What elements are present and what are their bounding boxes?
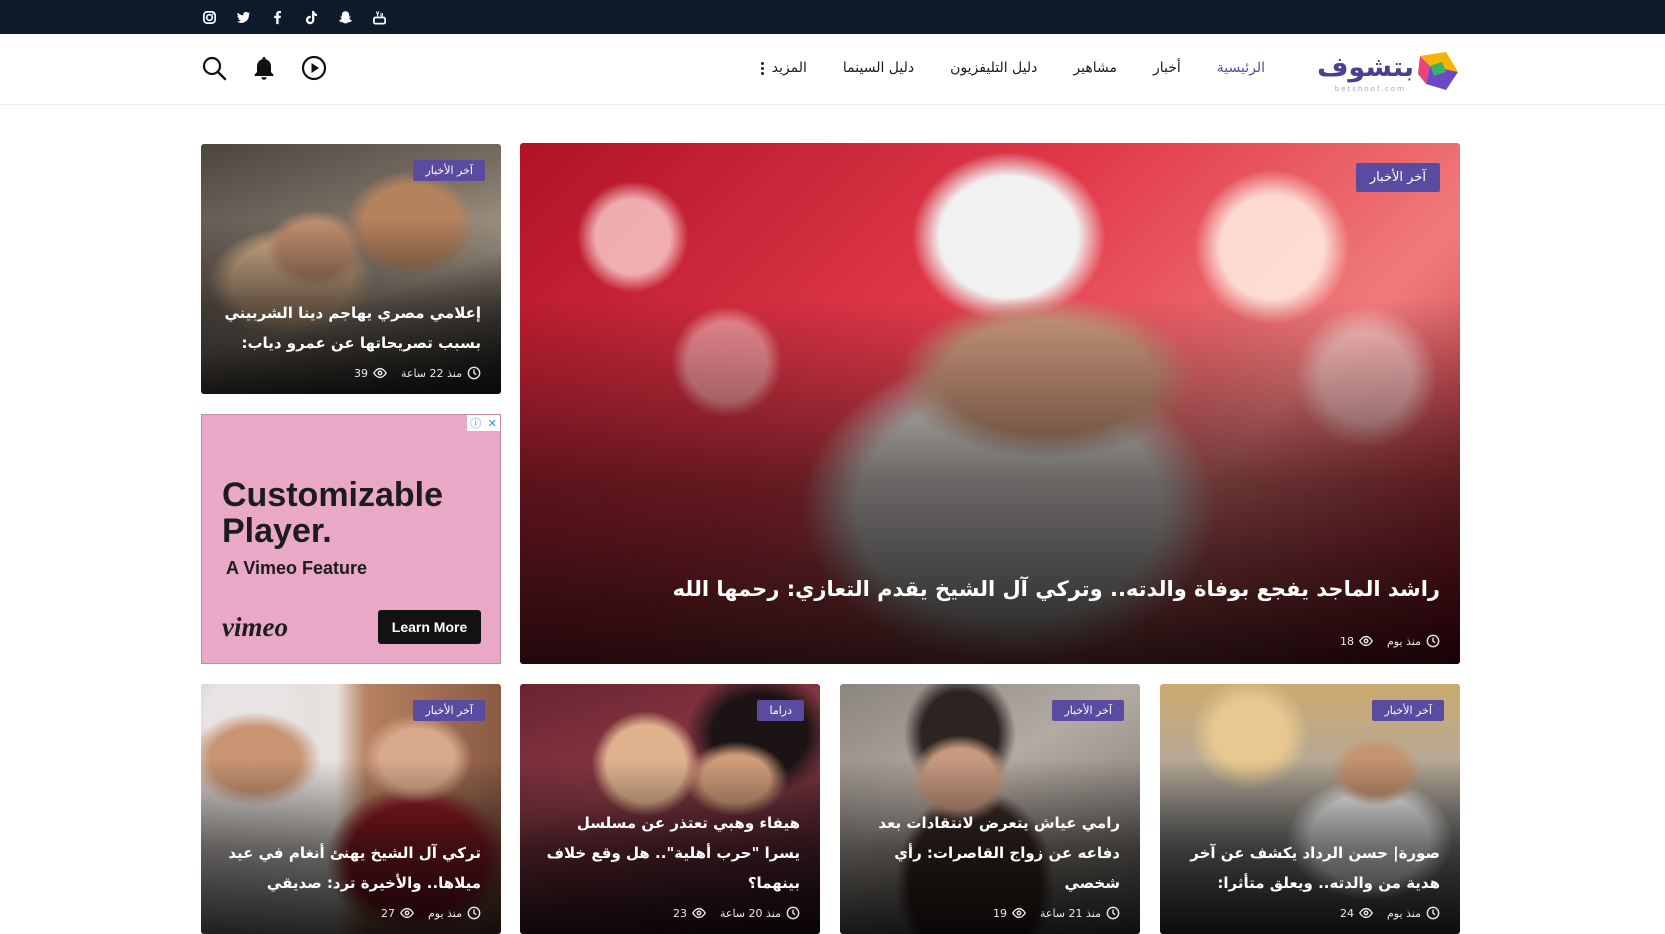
article-card-meta: 27 منذ يوم xyxy=(381,906,481,920)
ad-choices[interactable]: ⓘ ✕ xyxy=(467,415,500,431)
ad-brand-logo: vimeo xyxy=(222,612,288,642)
article-card-badge[interactable]: آخر الأخبار xyxy=(1052,700,1124,721)
logo-wordmark: بتشوف xyxy=(1317,52,1415,83)
article-card-badge[interactable]: آخر الأخبار xyxy=(1372,700,1444,721)
more-dots-icon xyxy=(760,61,764,75)
nav-home[interactable]: الرئيسية xyxy=(1217,60,1265,76)
article-card[interactable]: آخر الأخبار رامي عياش يتعرض لانتقادات بع… xyxy=(840,684,1140,934)
social-topbar xyxy=(0,0,1665,34)
eye-icon xyxy=(1359,635,1373,647)
featured-article[interactable]: آخر الأخبار راشد الماجد يفجع بوفاة والدت… xyxy=(520,143,1460,664)
clock-icon xyxy=(467,906,481,920)
article-card-badge[interactable]: آخر الأخبار xyxy=(413,700,485,721)
clock-icon xyxy=(1426,906,1440,920)
side-article[interactable]: آخر الأخبار إعلامي مصري يهاجم دينا الشرب… xyxy=(201,144,501,394)
article-card-meta: 24 منذ يوم xyxy=(1340,906,1440,920)
featured-meta: 18 منذ يوم xyxy=(1340,634,1440,648)
nav-more[interactable]: المزيد xyxy=(760,60,807,76)
clock-icon xyxy=(1426,634,1440,648)
featured-views: 18 xyxy=(1340,634,1373,648)
header-actions xyxy=(200,54,328,82)
main-nav: الرئيسية أخبار مشاهير دليل التليفزيون دل… xyxy=(760,60,1265,76)
article-card[interactable]: آخر الأخبار تركي آل الشيخ يهنئ أنغام في … xyxy=(201,684,501,934)
featured-title[interactable]: راشد الماجد يفجع بوفاة والدته.. وتركي آل… xyxy=(540,574,1440,604)
clock-icon xyxy=(467,366,481,380)
article-card[interactable]: آخر الأخبار صورة| حسن الرداد يكشف عن آخر… xyxy=(1160,684,1460,934)
site-logo[interactable]: بتشوف betshoof.com xyxy=(1317,46,1462,94)
nav-more-label: المزيد xyxy=(771,60,807,76)
article-card-meta: 23 منذ 20 ساعة xyxy=(673,906,800,920)
play-icon[interactable] xyxy=(300,54,328,82)
eye-icon xyxy=(373,367,387,379)
facebook-icon[interactable] xyxy=(268,8,286,26)
eye-icon xyxy=(1012,907,1026,919)
article-card-meta: 19 منذ 21 ساعة xyxy=(993,906,1120,920)
ad-subline: A Vimeo Feature xyxy=(226,558,368,578)
clock-icon xyxy=(786,906,800,920)
nav-cinema-guide[interactable]: دليل السينما xyxy=(843,60,914,76)
social-links xyxy=(200,7,388,27)
side-article-meta: 39 منذ 22 ساعة xyxy=(354,366,481,380)
featured-time: منذ يوم xyxy=(1387,634,1440,648)
twitter-icon[interactable] xyxy=(234,8,252,26)
ad-headline: Customizable Player. xyxy=(222,476,444,550)
nav-news[interactable]: أخبار xyxy=(1153,60,1181,76)
nav-tv-guide[interactable]: دليل التليفزيون xyxy=(950,60,1037,76)
article-card-title[interactable]: تركي آل الشيخ يهنئ أنغام في عيد ميلاها..… xyxy=(221,838,481,898)
eye-icon xyxy=(692,907,706,919)
instagram-icon[interactable] xyxy=(200,8,218,26)
featured-category-badge[interactable]: آخر الأخبار xyxy=(1355,163,1440,192)
article-card-title[interactable]: هيفاء وهبي تعتذر عن مسلسل يسرا "حرب أهلي… xyxy=(540,808,800,898)
article-card-badge[interactable]: دراما xyxy=(757,700,804,721)
article-card[interactable]: دراما هيفاء وهبي تعتذر عن مسلسل يسرا "حر… xyxy=(520,684,820,934)
eye-icon xyxy=(400,907,414,919)
search-icon[interactable] xyxy=(200,54,228,82)
clock-icon xyxy=(1106,906,1120,920)
side-article-title[interactable]: إعلامي مصري يهاجم دينا الشربيني بسبب تصر… xyxy=(221,298,481,358)
article-card-title[interactable]: صورة| حسن الرداد يكشف عن آخر هدية من وال… xyxy=(1180,838,1440,898)
eye-icon xyxy=(1359,907,1373,919)
ad-info-icon[interactable]: ⓘ xyxy=(470,415,481,431)
ad-close-icon[interactable]: ✕ xyxy=(488,417,497,430)
logo-mark-icon xyxy=(1418,52,1458,90)
article-card-title[interactable]: رامي عياش يتعرض لانتقادات بعد دفاعه عن ز… xyxy=(860,808,1120,898)
logo-domain: betshoof.com xyxy=(1334,85,1406,93)
tiktok-icon[interactable] xyxy=(302,8,320,26)
nav-celebs[interactable]: مشاهير xyxy=(1073,60,1117,76)
vimeo-ad[interactable]: ⓘ ✕ Customizable Player. A Vimeo Feature… xyxy=(201,414,501,664)
side-article-badge[interactable]: آخر الأخبار xyxy=(413,160,485,181)
youtube-icon[interactable] xyxy=(370,8,388,26)
snapchat-icon[interactable] xyxy=(336,8,354,26)
bell-icon[interactable] xyxy=(250,54,278,82)
site-header: بتشوف betshoof.com الرئيسية أخبار مشاهير… xyxy=(0,34,1665,105)
ad-learn-more-button[interactable]: Learn More xyxy=(378,610,481,644)
